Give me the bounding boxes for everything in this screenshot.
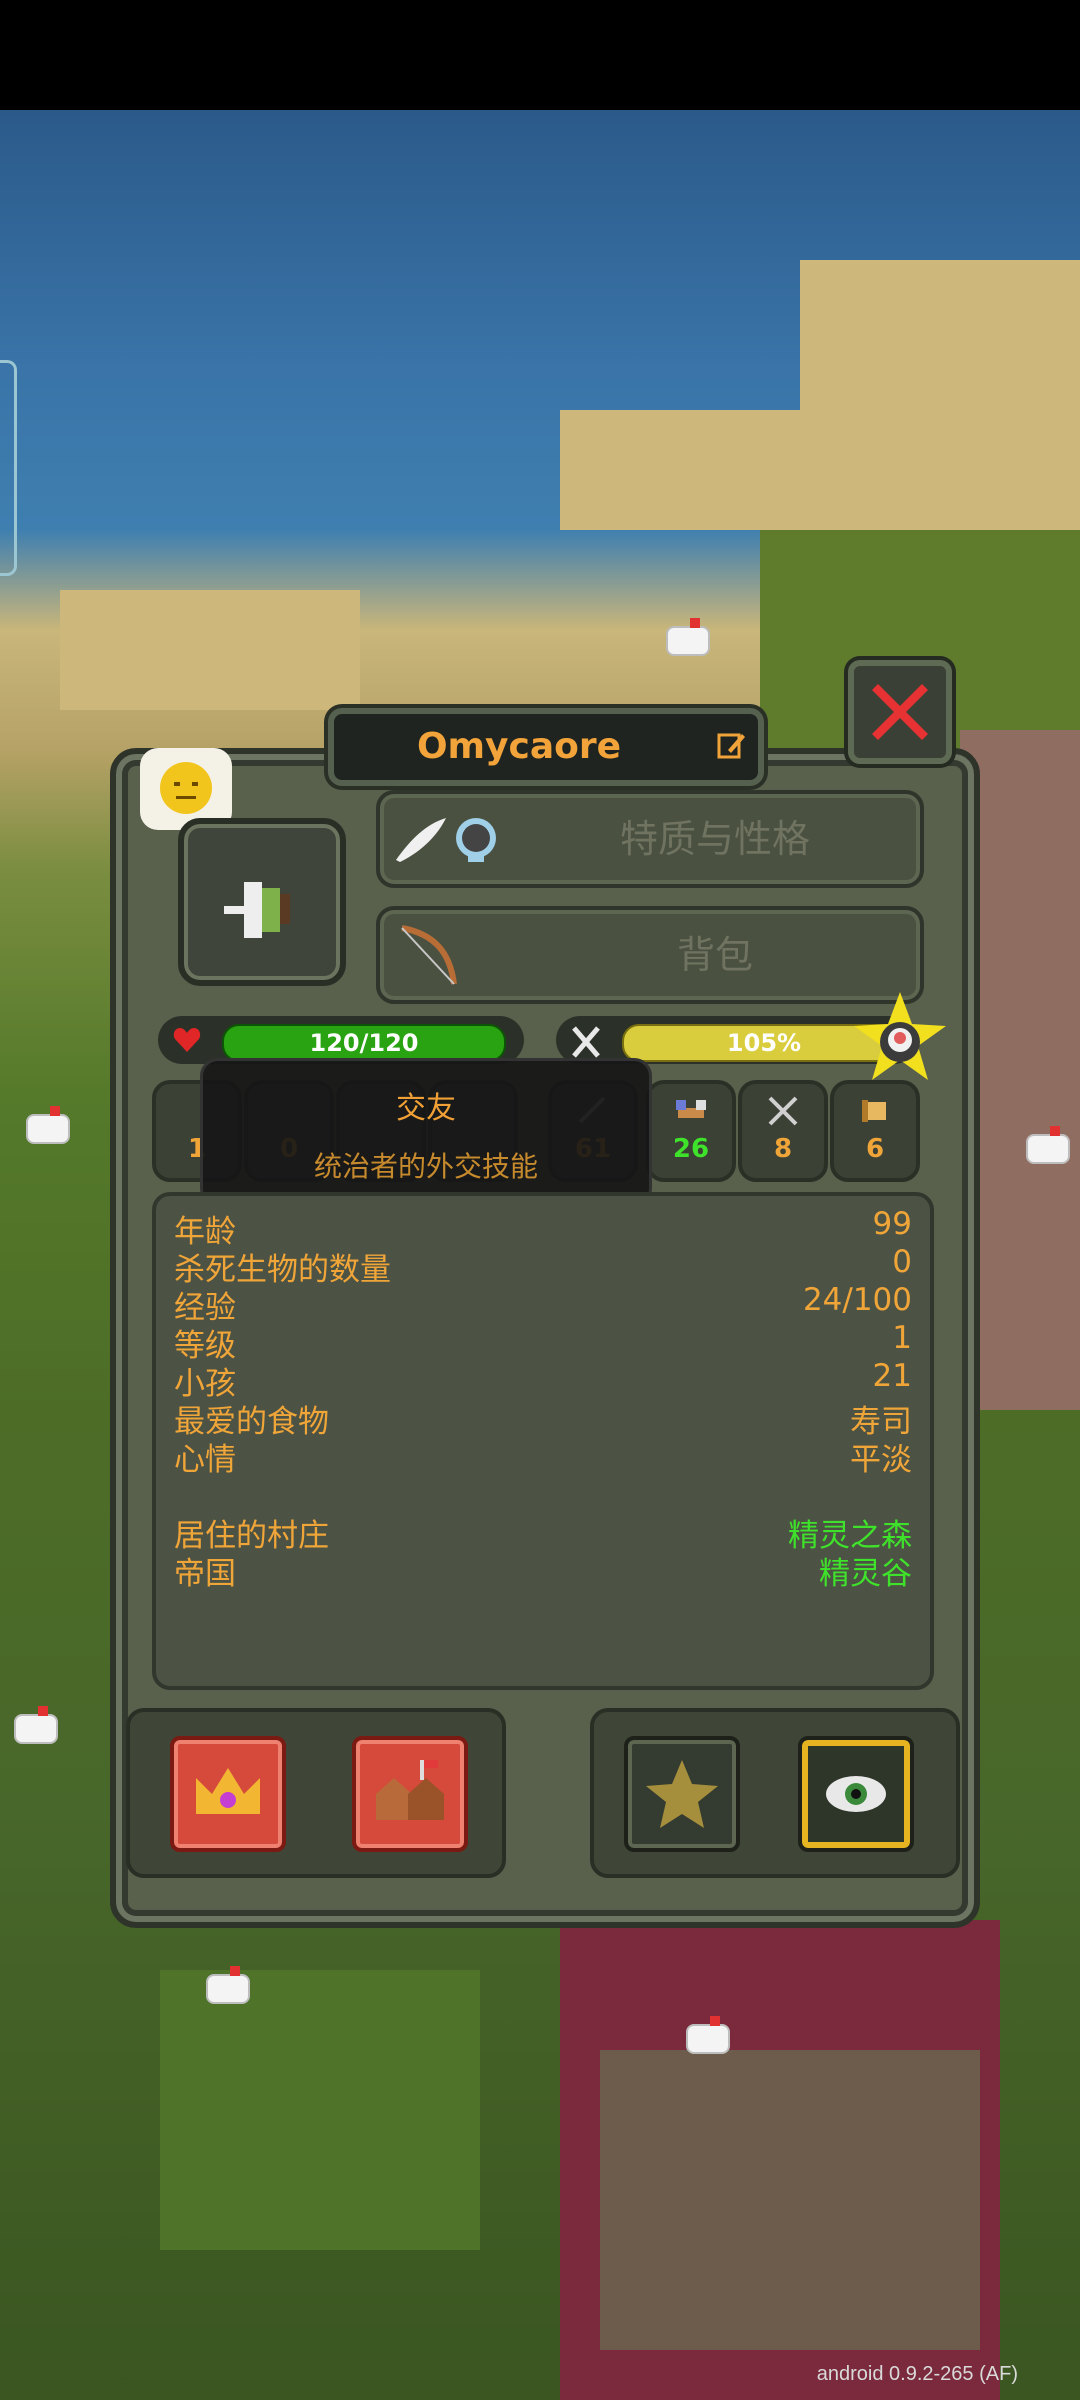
info-row-food: 最爱的食物 寿司 [174, 1396, 912, 1440]
info-value: 平淡 [850, 1442, 912, 1478]
version-label: android 0.9.2-265 (AF) [816, 2363, 1018, 2385]
stat-box[interactable]: 8 [738, 1080, 828, 1182]
king-button[interactable] [170, 1736, 286, 1852]
info-row-exp: 经验 24/100 [174, 1282, 912, 1326]
health-bar: 120/120 [158, 1016, 524, 1064]
crown-icon [196, 1768, 260, 1814]
info-label: 心情 [174, 1442, 236, 1478]
health-fill: 120/120 [222, 1024, 506, 1062]
chicken-sprite[interactable] [1020, 1120, 1074, 1174]
eye-icon [826, 1776, 886, 1812]
chicken-sprite[interactable] [680, 2010, 734, 2064]
stat-value: 26 [672, 1134, 710, 1164]
info-row-village[interactable]: 居住的村庄 精灵之森 [174, 1510, 912, 1554]
chicken-sprite[interactable] [660, 612, 714, 666]
inventory-tab[interactable]: 背包 [376, 906, 924, 1004]
info-list: 年龄 99 杀死生物的数量 0 经验 24/100 等级 1 小孩 21 最爱的… [152, 1192, 934, 1690]
info-row-level: 等级 1 [174, 1320, 912, 1364]
info-value: 24/100 [802, 1282, 912, 1318]
scroll-icon [862, 1100, 886, 1122]
character-name: Omycaore [416, 726, 622, 767]
heart-icon [173, 1028, 201, 1052]
village-button[interactable] [352, 1736, 468, 1852]
info-value: 0 [892, 1244, 912, 1280]
edit-icon[interactable] [716, 730, 746, 760]
name-plate[interactable]: Omycaore [328, 708, 764, 786]
stat-value: 6 [865, 1134, 885, 1164]
info-row-kills: 杀死生物的数量 0 [174, 1244, 912, 1288]
tooltip-title: 交友 [396, 1091, 456, 1126]
info-row-age: 年龄 99 [174, 1206, 912, 1250]
kingdom-link[interactable]: 精灵谷 [819, 1548, 912, 1593]
swords-icon [768, 1096, 798, 1126]
favorite-button[interactable] [624, 1736, 740, 1852]
stat-value: 8 [773, 1134, 793, 1164]
health-value: 120/120 [309, 1029, 419, 1057]
tooltip: 交友 统治者的外交技能 [200, 1058, 652, 1206]
action-group-right [590, 1708, 960, 1878]
elf-sprite-icon [224, 882, 290, 938]
close-icon [872, 684, 928, 740]
handshake-icon [676, 1100, 706, 1118]
info-row-kingdom[interactable]: 帝国 精灵谷 [174, 1548, 912, 1592]
chicken-sprite[interactable] [200, 1960, 254, 2014]
chicken-sprite[interactable] [20, 1100, 74, 1154]
star-icon [646, 1760, 718, 1828]
info-row-mood: 心情 平淡 [174, 1434, 912, 1478]
neutral-face-icon [160, 762, 212, 814]
info-value: 99 [872, 1206, 912, 1242]
character-portrait[interactable] [178, 818, 346, 986]
info-label: 帝国 [174, 1556, 236, 1592]
action-group-left [126, 1708, 506, 1878]
stat-box[interactable]: 6 [830, 1080, 920, 1182]
close-button[interactable] [848, 660, 952, 764]
info-value: 1 [892, 1320, 912, 1356]
ghost-icon [456, 818, 496, 862]
traits-label: 特质与性格 [619, 817, 810, 861]
village-icon [376, 1760, 444, 1820]
info-value: 21 [872, 1358, 912, 1394]
stat-box[interactable]: 26 [646, 1080, 736, 1182]
info-row-children: 小孩 21 [174, 1358, 912, 1402]
feather-icon [396, 818, 446, 862]
status-bar [0, 0, 1080, 110]
side-panel-tab[interactable] [0, 360, 17, 576]
traits-tab[interactable]: 特质与性格 [376, 790, 924, 888]
bow-icon [401, 925, 457, 985]
sushi-star-icon [854, 992, 946, 1080]
tooltip-description: 统治者的外交技能 [313, 1150, 538, 1183]
fork-knife-icon [572, 1026, 600, 1058]
chicken-sprite[interactable] [8, 1700, 62, 1754]
follow-camera-button[interactable] [798, 1736, 914, 1852]
inventory-label: 背包 [676, 933, 753, 977]
